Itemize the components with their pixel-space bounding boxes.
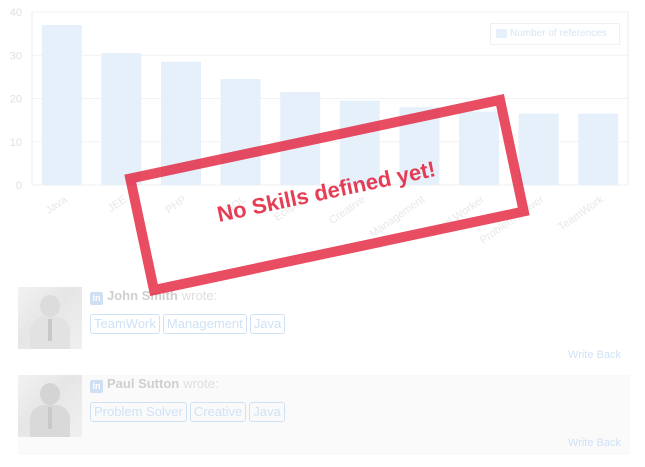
y-tick-label: 40: [10, 7, 22, 19]
write-back-link[interactable]: Write Back: [568, 437, 621, 449]
wrote-label: wrote:: [183, 376, 219, 391]
skill-tag[interactable]: Management: [162, 314, 247, 334]
review-header: in Paul Sutton wrote:: [90, 375, 219, 393]
review-item: in Paul Sutton wrote: Problem Solver Creati…: [18, 375, 630, 455]
skill-tag[interactable]: Java: [249, 314, 286, 334]
y-tick-label: 10: [10, 137, 22, 149]
legend-label: Number of references: [510, 28, 607, 39]
write-back-link[interactable]: Write Back: [568, 349, 621, 361]
skill-tag[interactable]: Problem Solver: [90, 402, 187, 422]
avatar[interactable]: [18, 287, 82, 349]
chart-bar: [41, 24, 82, 185]
skill-tag[interactable]: TeamWork: [90, 314, 160, 334]
skill-tags: Problem Solver Creative Java: [90, 402, 288, 422]
review-item: in John Smith wrote: TeamWork Management Jav…: [18, 287, 630, 367]
skill-tag[interactable]: Creative: [189, 402, 247, 422]
skill-tag[interactable]: Java: [249, 402, 285, 422]
avatar[interactable]: [18, 375, 82, 437]
x-tick-label: TeamWork: [556, 193, 606, 233]
author-name[interactable]: Paul Sutton: [107, 376, 179, 391]
y-tick-label: 30: [10, 50, 22, 62]
chart-bar: [578, 113, 619, 185]
y-tick-label: 20: [10, 94, 22, 106]
chart-bar: [101, 53, 142, 186]
chart-bar: [518, 113, 559, 185]
linkedin-icon[interactable]: in: [90, 292, 103, 305]
skill-tags: TeamWork Management Java: [90, 314, 288, 334]
x-tick-label: JEE: [106, 194, 129, 215]
linkedin-icon[interactable]: in: [90, 380, 103, 393]
chart-legend: Number of references: [490, 23, 620, 45]
legend-swatch: [496, 29, 507, 38]
x-tick-label: Java: [44, 193, 71, 217]
y-tick-label: 0: [16, 180, 22, 192]
wrote-label: wrote:: [181, 288, 218, 303]
